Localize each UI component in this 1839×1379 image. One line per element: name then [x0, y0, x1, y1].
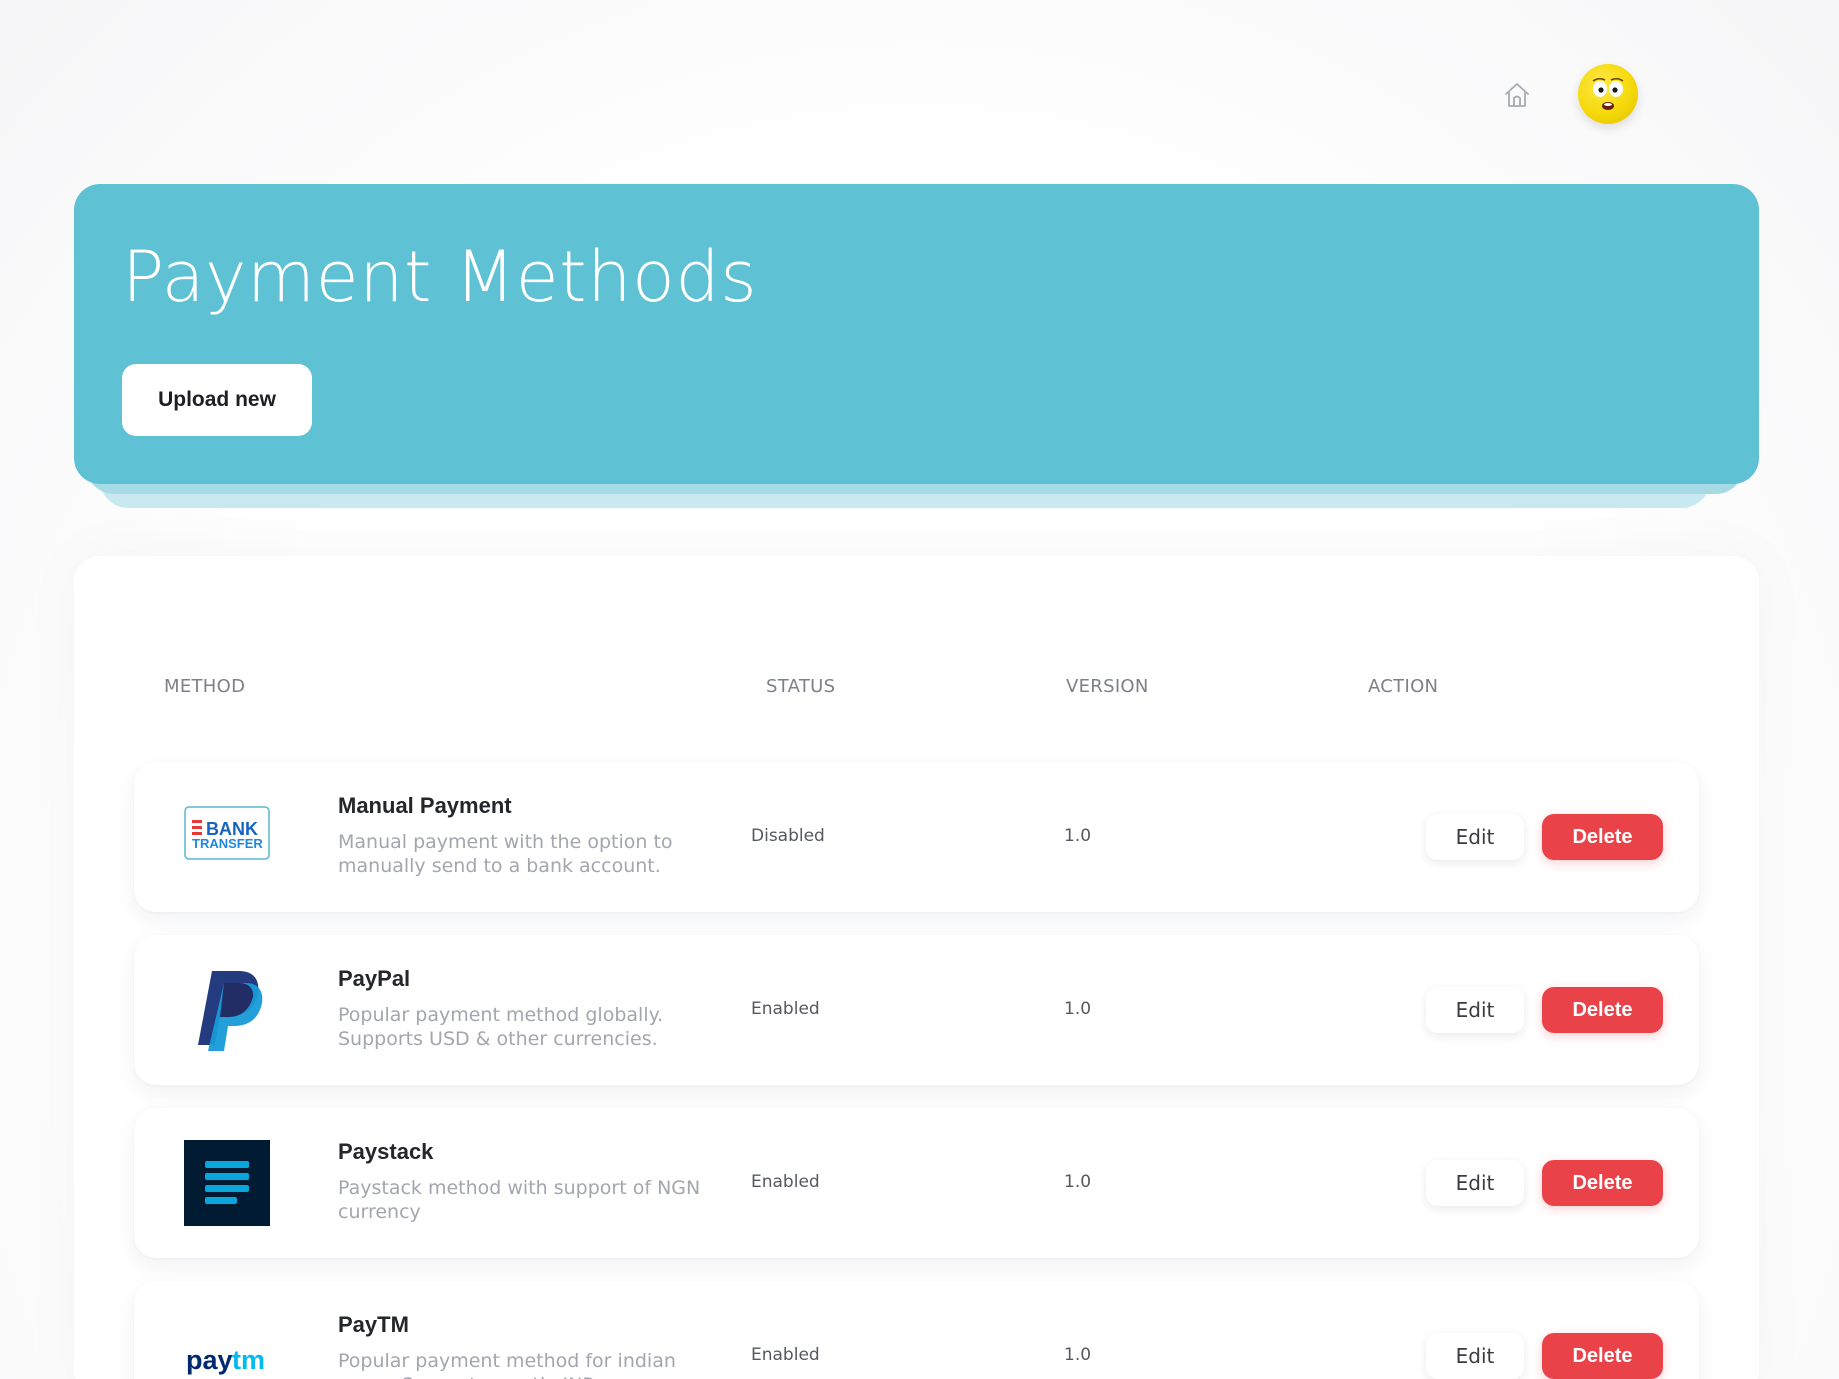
method-description: Popular payment method globally. Support… [338, 1004, 664, 1050]
table-row: Paystack Paystack method with support of… [134, 1108, 1699, 1258]
paystack-logo [184, 1140, 270, 1226]
method-name: Paystack [338, 1139, 434, 1164]
status-label: Enabled [751, 1345, 820, 1365]
edit-button[interactable]: Edit [1426, 1160, 1524, 1206]
version-label: 1.0 [1064, 1345, 1092, 1365]
emoji-avatar-icon [1592, 77, 1624, 110]
version-label: 1.0 [1064, 1172, 1092, 1192]
edit-button[interactable]: Edit [1426, 987, 1524, 1033]
method-name: PayPal [338, 966, 411, 991]
table-row: PayPal Popular payment method globally. … [134, 935, 1699, 1085]
column-header-action: ACTION [1368, 676, 1439, 697]
status-label: Disabled [751, 826, 825, 846]
user-avatar[interactable] [1578, 64, 1638, 124]
table-row: BANK TRANSFER Manual Payment Manual paym… [134, 762, 1699, 912]
method-name: PayTM [338, 1312, 409, 1337]
method-name: Manual Payment [338, 793, 512, 818]
svg-text:pay: pay [186, 1345, 233, 1375]
edit-button[interactable]: Edit [1426, 814, 1524, 860]
status-label: Enabled [751, 999, 820, 1019]
method-description: Manual payment with the option to manual… [338, 831, 673, 877]
delete-button[interactable]: Delete [1542, 814, 1663, 860]
column-header-method: METHOD [164, 676, 246, 697]
payment-methods-table: METHOD STATUS VERSION ACTION BANK TRANSF… [74, 556, 1759, 1379]
version-label: 1.0 [1064, 826, 1092, 846]
method-description: Paystack method with support of NGN curr… [338, 1177, 701, 1223]
page-title: Payment Methods [122, 236, 758, 318]
svg-text:tm: tm [232, 1345, 265, 1375]
page-header-banner: Payment Methods Upload new [74, 184, 1759, 484]
status-label: Enabled [751, 1172, 820, 1192]
edit-button[interactable]: Edit [1426, 1333, 1524, 1379]
paypal-logo [184, 967, 270, 1053]
home-icon[interactable] [1500, 78, 1534, 112]
delete-button[interactable]: Delete [1542, 1160, 1663, 1206]
table-row: pay tm PayTM Popular payment method for … [134, 1281, 1699, 1379]
column-header-version: VERSION [1066, 676, 1149, 697]
version-label: 1.0 [1064, 999, 1092, 1019]
column-header-status: STATUS [766, 676, 836, 697]
paytm-logo: pay tm [184, 1313, 270, 1379]
svg-text:TRANSFER: TRANSFER [192, 836, 263, 851]
method-description: Popular payment method for indian users.… [338, 1350, 676, 1379]
bank-transfer-logo: BANK TRANSFER [184, 794, 270, 880]
upload-new-button[interactable]: Upload new [122, 364, 312, 436]
delete-button[interactable]: Delete [1542, 987, 1663, 1033]
delete-button[interactable]: Delete [1542, 1333, 1663, 1379]
